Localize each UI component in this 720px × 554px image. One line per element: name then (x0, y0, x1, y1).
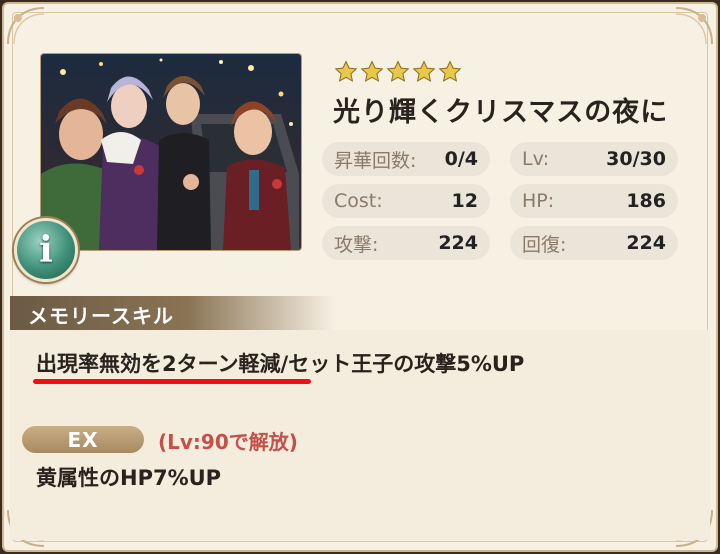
rarity-stars (334, 60, 462, 88)
section-title: メモリースキル (28, 304, 174, 328)
stat-hp: HP: 186 (510, 184, 678, 218)
card-title: 光り輝くクリスマスの夜に (333, 97, 669, 128)
memory-skill-header: メモリースキル (10, 296, 710, 330)
stat-value: 224 (438, 232, 478, 254)
highlight-underline (33, 379, 311, 384)
star-icon (334, 60, 358, 82)
stat-label: HP: (522, 190, 555, 212)
stat-label: Cost: (334, 190, 383, 212)
stat-value: 30/30 (606, 148, 666, 170)
stat-recovery: 回復: 224 (510, 226, 678, 260)
stat-label: 回復: (522, 233, 567, 256)
star-icon (412, 60, 436, 82)
info-button[interactable]: i (14, 218, 78, 282)
stat-level: Lv: 30/30 (510, 142, 678, 176)
ex-unlock-condition: (Lv:90で解放) (158, 430, 298, 454)
stat-cost: Cost: 12 (322, 184, 490, 218)
ex-skill-description: 黄属性のHP7%UP (36, 466, 222, 490)
stat-label: 昇華回数: (334, 149, 417, 172)
stat-value: 224 (626, 232, 666, 254)
stat-label: Lv: (522, 148, 550, 170)
star-icon (438, 60, 462, 82)
stat-label: 攻撃: (334, 233, 379, 256)
corner-ornament-icon (7, 7, 45, 45)
corner-ornament-icon (675, 7, 713, 45)
stat-value: 0/4 (444, 148, 478, 170)
stat-awakening: 昇華回数: 0/4 (322, 142, 490, 176)
star-icon (360, 60, 384, 82)
memory-skill-description: 出現率無効を2ターン軽減/セット王子の攻撃5%UP (36, 352, 525, 376)
ex-badge: EX (22, 426, 144, 453)
card-artwork (41, 54, 301, 250)
stat-value: 186 (626, 190, 666, 212)
stat-attack: 攻撃: 224 (322, 226, 490, 260)
info-icon: i (39, 229, 53, 271)
star-icon (386, 60, 410, 82)
stat-value: 12 (451, 190, 478, 212)
